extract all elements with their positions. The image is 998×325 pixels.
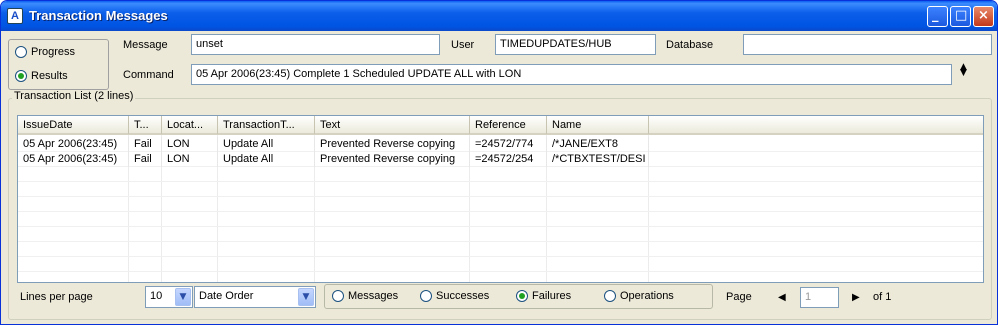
transaction-type-cell: Update All xyxy=(218,137,315,152)
column-header-issuedate[interactable]: IssueDate xyxy=(18,116,129,134)
transaction-list-title: Transaction List (2 lines) xyxy=(12,90,136,102)
minimize-icon: _ xyxy=(932,8,939,23)
lines-per-page-label: Lines per page xyxy=(20,291,93,303)
operations-label: Operations xyxy=(620,290,674,302)
chevron-down-icon[interactable]: ▼ xyxy=(298,288,314,306)
column-header-text[interactable]: Text xyxy=(315,116,470,134)
messages-label: Messages xyxy=(348,290,399,302)
issue-date-cell: 05 Apr 2006(23:45) xyxy=(18,137,129,152)
successes-label: Successes xyxy=(436,290,490,302)
page-label: Page xyxy=(726,291,752,303)
successes-radio[interactable] xyxy=(420,290,432,302)
close-icon: × xyxy=(978,8,989,23)
progress-radio[interactable] xyxy=(15,46,27,58)
name-cell: /*CTBXTEST/DESI xyxy=(547,152,649,167)
results-label: Results xyxy=(31,70,68,82)
type-cell: Fail xyxy=(129,152,162,167)
minimize-button[interactable]: _ xyxy=(927,6,948,27)
failures-filter[interactable]: Failures xyxy=(516,290,571,302)
name-cell: /*JANE/EXT8 xyxy=(547,137,649,152)
column-header-type[interactable]: T... xyxy=(129,116,162,134)
empty-row xyxy=(18,197,983,212)
column-header-name[interactable]: Name xyxy=(547,116,649,134)
page-input[interactable]: 1 xyxy=(800,287,839,308)
messages-filter[interactable]: Messages xyxy=(332,290,398,302)
empty-row xyxy=(18,212,983,227)
column-header-reference[interactable]: Reference xyxy=(470,116,547,134)
table-row[interactable]: 05 Apr 2006(23:45) Fail LON Update All P… xyxy=(18,137,983,152)
operations-filter[interactable]: Operations xyxy=(604,290,674,302)
message-label: Message xyxy=(123,39,168,51)
progress-option[interactable]: Progress xyxy=(15,46,75,58)
results-option[interactable]: Results xyxy=(15,70,68,82)
chevron-down-icon[interactable]: ▼ xyxy=(175,288,191,306)
transaction-type-cell: Update All xyxy=(218,152,315,167)
window-title: Transaction Messages xyxy=(29,8,168,23)
user-field[interactable]: TIMEDUPDATES/HUB xyxy=(495,34,656,55)
results-radio[interactable] xyxy=(15,70,27,82)
reference-cell: =24572/774 xyxy=(470,137,547,152)
close-button[interactable]: × xyxy=(973,6,994,27)
page-count-label: of 1 xyxy=(873,291,892,303)
database-label: Database xyxy=(666,39,714,51)
successes-filter[interactable]: Successes xyxy=(420,290,489,302)
column-header-transaction-type[interactable]: TransactionT... xyxy=(218,116,315,134)
maximize-button[interactable]: □ xyxy=(950,6,971,27)
order-value: Date Order xyxy=(199,290,254,302)
transaction-messages-window: A Transaction Messages _ □ × Progress Re… xyxy=(0,0,998,325)
location-cell: LON xyxy=(162,152,218,167)
table-row[interactable]: 05 Apr 2006(23:45) Fail LON Update All P… xyxy=(18,152,983,167)
message-field[interactable]: unset xyxy=(191,34,440,55)
spinner-icon[interactable]: ▲ ▼ xyxy=(960,63,967,78)
lines-per-page-select[interactable]: 10 ▼ xyxy=(145,286,193,308)
table-header: IssueDate T... Locat... TransactionT... … xyxy=(18,116,983,135)
empty-row xyxy=(18,227,983,242)
arrow-left-icon[interactable]: ◀ xyxy=(778,292,786,303)
command-label: Command xyxy=(123,69,174,81)
text-cell: Prevented Reverse copying xyxy=(315,137,470,152)
order-select[interactable]: Date Order ▼ xyxy=(194,286,316,308)
issue-date-cell: 05 Apr 2006(23:45) xyxy=(18,152,129,167)
lines-per-page-value: 10 xyxy=(150,290,163,302)
type-cell: Fail xyxy=(129,137,162,152)
database-field[interactable] xyxy=(743,34,992,55)
arrow-right-icon[interactable]: ▶ xyxy=(852,292,860,303)
title-bar[interactable]: A Transaction Messages _ □ × xyxy=(1,1,997,31)
transaction-table[interactable]: IssueDate T... Locat... TransactionT... … xyxy=(17,115,984,283)
app-icon: A xyxy=(7,8,23,24)
empty-row xyxy=(18,167,983,182)
operations-radio[interactable] xyxy=(604,290,616,302)
empty-row xyxy=(18,182,983,197)
reference-cell: =24572/254 xyxy=(470,152,547,167)
progress-label: Progress xyxy=(31,46,76,58)
failures-radio[interactable] xyxy=(516,290,528,302)
user-label: User xyxy=(451,39,475,51)
empty-row xyxy=(18,257,983,272)
failures-label: Failures xyxy=(532,290,572,302)
command-field[interactable]: 05 Apr 2006(23:45) Complete 1 Scheduled … xyxy=(191,64,952,85)
text-cell: Prevented Reverse copying xyxy=(315,152,470,167)
empty-row xyxy=(18,242,983,257)
messages-radio[interactable] xyxy=(332,290,344,302)
location-cell: LON xyxy=(162,137,218,152)
column-header-location[interactable]: Locat... xyxy=(162,116,218,134)
maximize-icon: □ xyxy=(955,8,968,23)
